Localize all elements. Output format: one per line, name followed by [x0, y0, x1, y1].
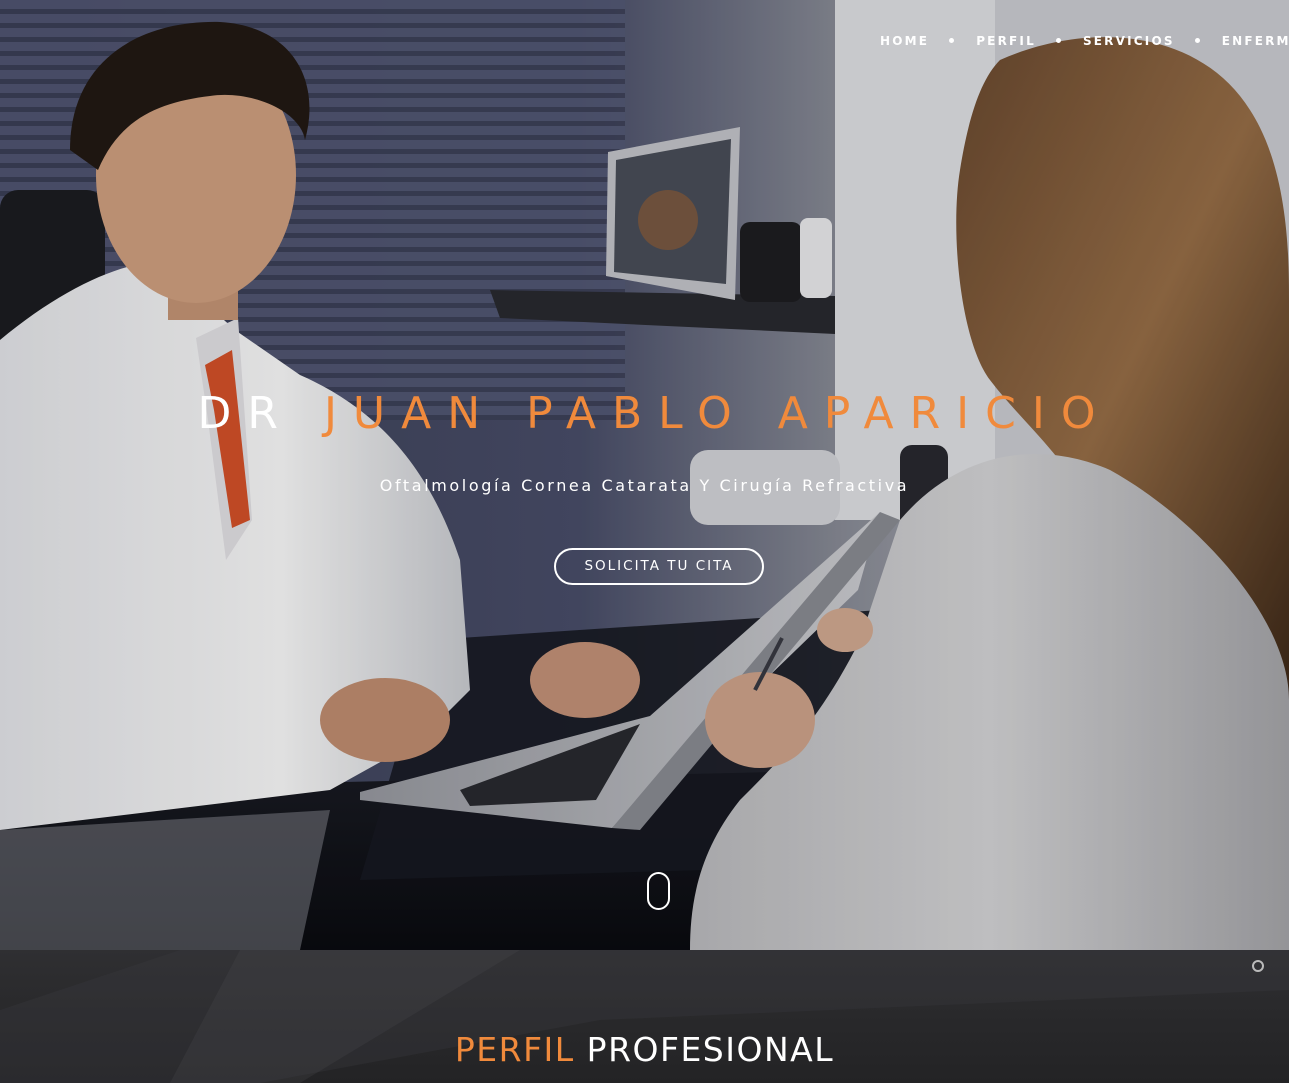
profile-section: PERFIL PROFESIONAL — [0, 950, 1289, 1083]
hero-title-name: JUAN PABLO APARICIO — [323, 388, 1112, 439]
nav-separator-dot — [1194, 38, 1200, 43]
main-nav: HOME PERFIL SERVICIOS ENFERMED — [880, 33, 1289, 48]
hero-title: DR JUAN PABLO APARICIO — [0, 388, 1289, 439]
section-title: PERFIL PROFESIONAL — [0, 1030, 1289, 1069]
mouse-scroll-icon[interactable] — [647, 872, 670, 910]
nav-item-home[interactable]: HOME — [880, 34, 929, 48]
nav-separator-dot — [949, 38, 955, 43]
nav-item-perfil[interactable]: PERFIL — [976, 34, 1036, 48]
hero-title-prefix: DR — [197, 388, 294, 439]
hero-overlay — [0, 0, 1289, 950]
section-title-main: PROFESIONAL — [586, 1030, 835, 1069]
request-appointment-button[interactable]: SOLICITA TU CITA — [554, 548, 764, 585]
hero-subtitle: Oftalmología Cornea Catarata Y Cirugía R… — [379, 476, 910, 495]
nav-separator-dot — [1055, 38, 1061, 43]
hero-section: HOME PERFIL SERVICIOS ENFERMED DR JUAN PABL… — [0, 0, 1289, 950]
nav-item-servicios[interactable]: SERVICIOS — [1083, 34, 1175, 48]
circle-icon — [1252, 960, 1264, 972]
nav-item-enfermedades[interactable]: ENFERMED — [1222, 34, 1289, 48]
page: HOME PERFIL SERVICIOS ENFERMED DR JUAN PABL… — [0, 0, 1289, 1083]
section-title-accent: PERFIL — [454, 1030, 575, 1069]
